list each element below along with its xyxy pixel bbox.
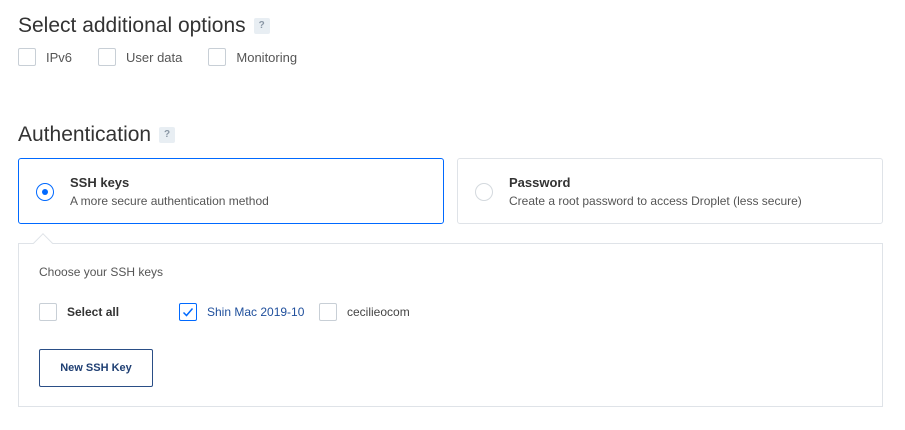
select-all-label: Select all [67,305,120,319]
ssh-key-option[interactable]: Shin Mac 2019-10 [179,303,319,321]
panel-pointer [33,233,53,253]
password-description: Create a root password to access Droplet… [509,194,802,208]
ssh-keys-label: Choose your SSH keys [39,265,164,279]
option-ipv6[interactable]: IPv6 [18,48,72,66]
ipv6-label: IPv6 [46,49,73,65]
additional-options-title-text: Select additional options [18,14,246,37]
authentication-title-text: Authentication [18,123,152,146]
ssh-keys-title: SSH keys [70,175,130,190]
help-icon[interactable]: ? [253,18,270,34]
monitoring-label: Monitoring [236,49,298,65]
help-icon[interactable]: ? [159,127,176,143]
ssh-key-option[interactable]: cecilieocom [319,303,410,321]
ipv6-checkbox[interactable] [18,48,36,66]
select-all-option[interactable]: Select all [39,303,179,321]
additional-options-title: Select additional options ? [18,14,270,38]
auth-method-ssh-keys[interactable]: SSH keys A more secure authentication me… [18,158,444,224]
ssh-key-checkbox[interactable] [319,303,337,321]
user-data-label: User data [126,49,183,65]
select-all-checkbox[interactable] [39,303,57,321]
additional-options-row: IPv6 User data Monitoring [18,48,323,66]
ssh-key-checkbox-checked[interactable] [179,303,197,321]
password-radio[interactable] [475,183,493,201]
ssh-keys-description: A more secure authentication method [70,194,269,208]
ssh-keys-radio[interactable] [36,183,54,201]
checkmark-icon [182,308,194,317]
ssh-key-name: cecilieocom [347,305,410,319]
password-title: Password [509,175,571,190]
ssh-keys-panel: Choose your SSH keys Select all Shin Mac… [18,233,883,407]
option-monitoring[interactable]: Monitoring [208,48,297,66]
auth-method-password[interactable]: Password Create a root password to acces… [457,158,883,224]
ssh-key-name: Shin Mac 2019-10 [207,305,305,319]
user-data-checkbox[interactable] [98,48,117,66]
ssh-keys-row: Select all Shin Mac 2019-10 cecilieocom [39,303,410,321]
new-ssh-key-button[interactable]: New SSH Key [39,349,153,387]
monitoring-checkbox[interactable] [208,48,227,66]
option-user-data[interactable]: User data [98,48,182,66]
authentication-title: Authentication ? [18,123,176,147]
